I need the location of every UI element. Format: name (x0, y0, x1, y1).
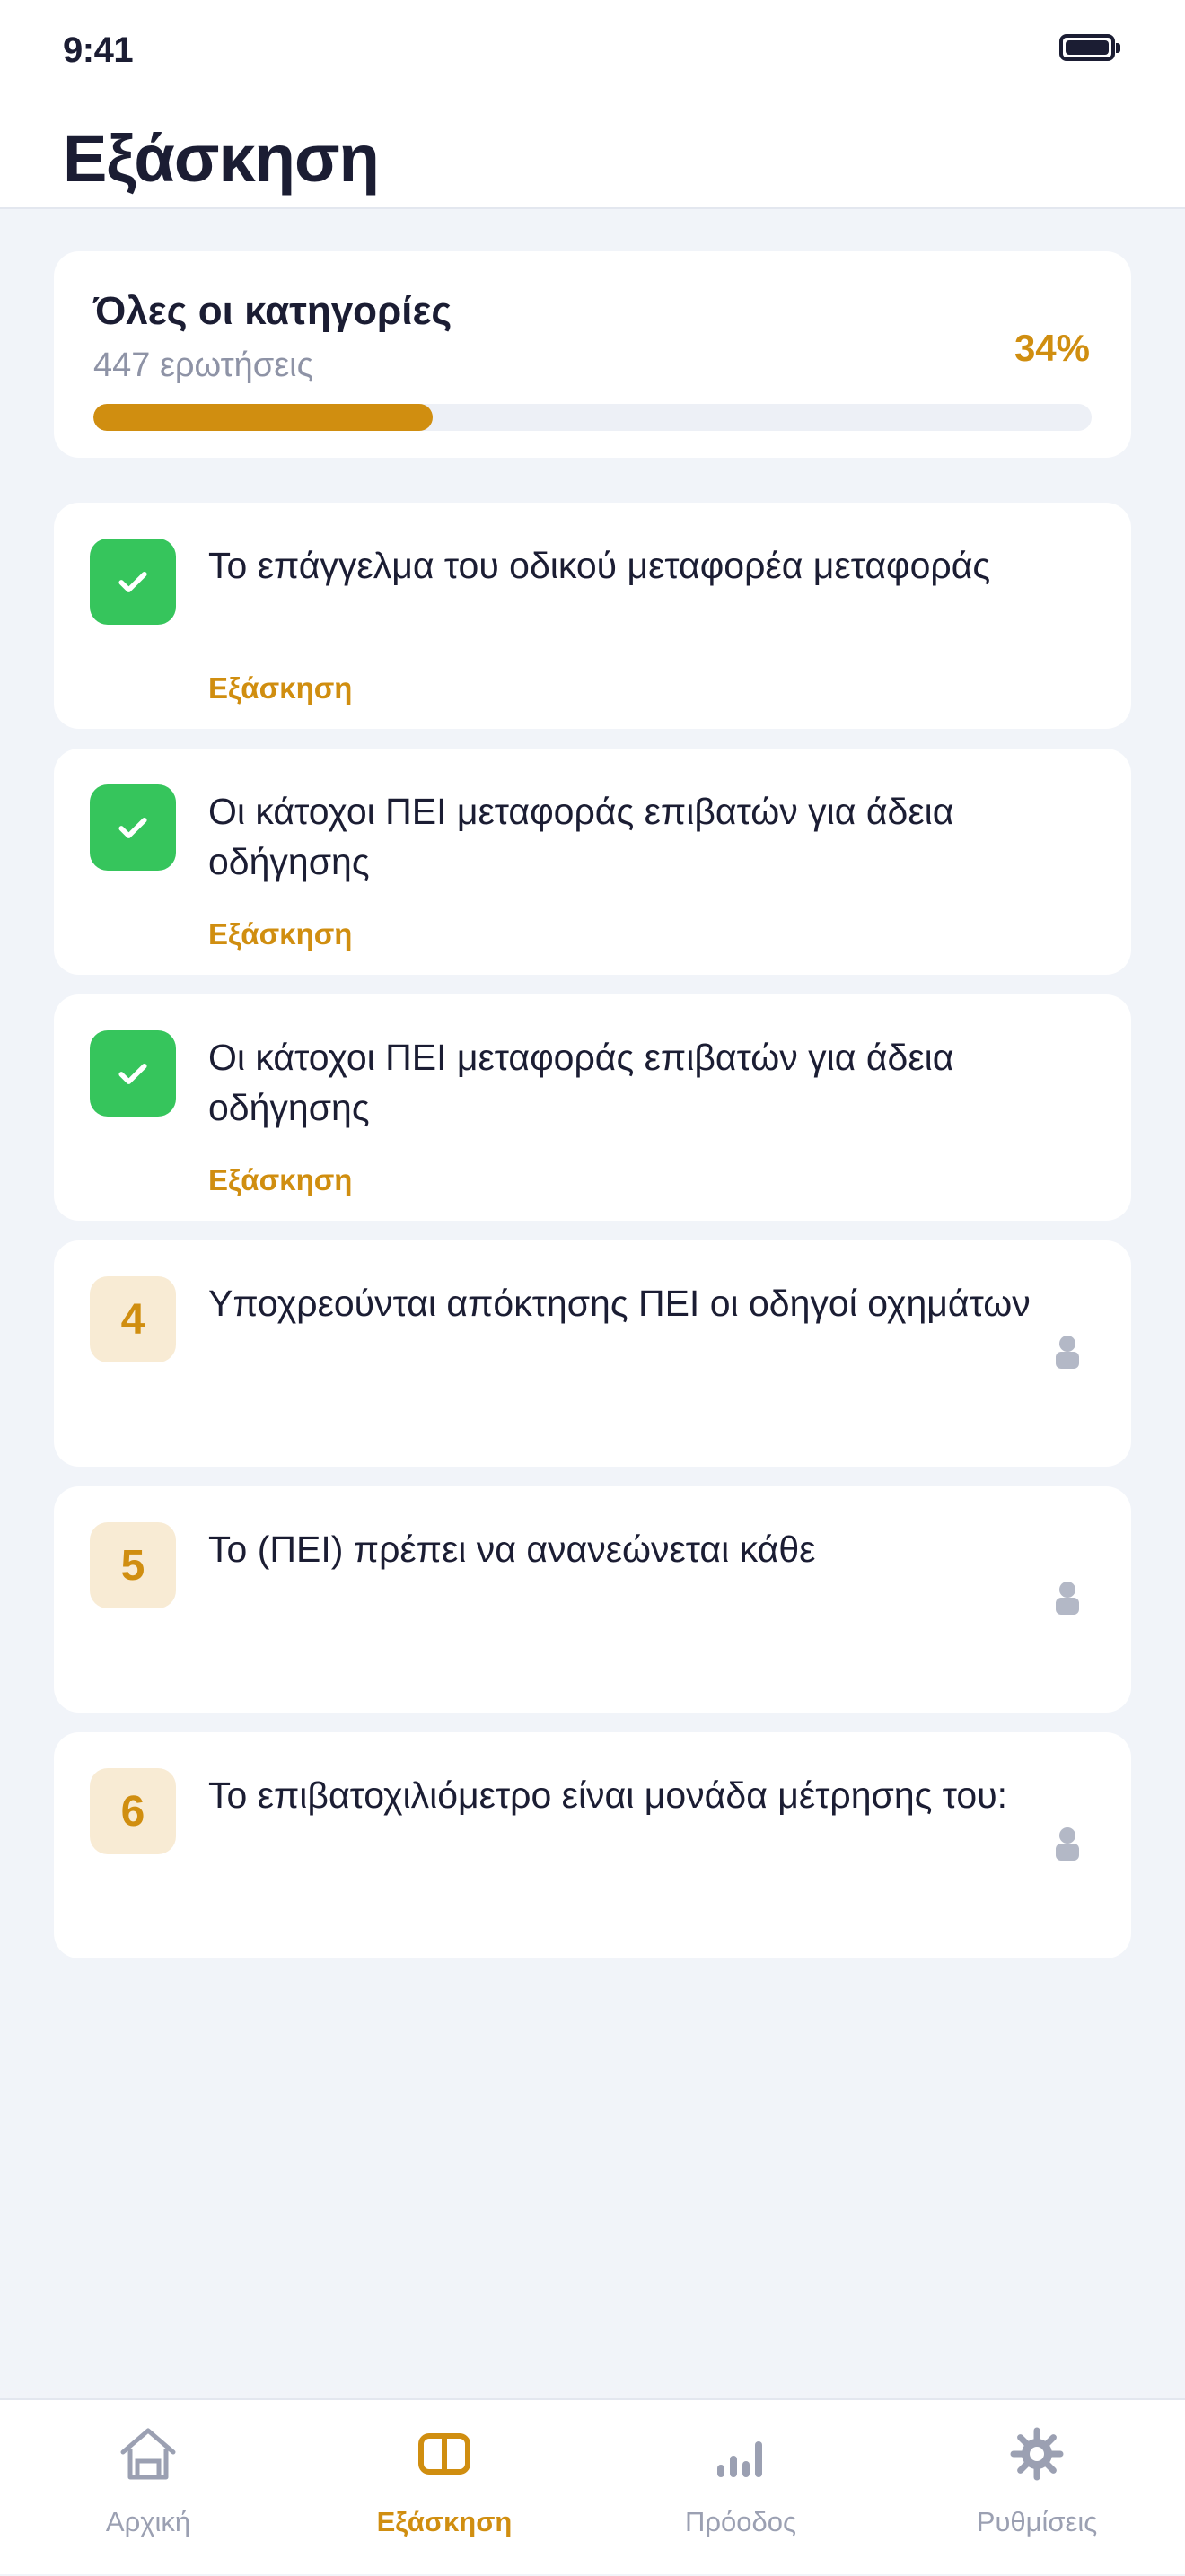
page-title: Εξάσκηση (63, 121, 380, 196)
battery-icon (1059, 34, 1120, 61)
tab-label: Εξάσκηση (376, 2506, 513, 2537)
category-card-1[interactable]: Το επάγγελμα του οδικού μεταφορέα μεταφο… (54, 503, 1131, 729)
practice-link[interactable]: Εξάσκηση (208, 1163, 352, 1197)
category-card-2[interactable]: Οι κάτοχοι ΠΕΙ μεταφοράς επιβατών για άδ… (54, 749, 1131, 975)
lock-icon (1056, 1336, 1079, 1369)
status-time: 9:41 (63, 31, 134, 70)
category-title: Το (ΠΕΙ) πρέπει να ανανεώνεται κάθε (208, 1529, 816, 1570)
category-card-5[interactable]: 5 Το (ΠΕΙ) πρέπει να ανανεώνεται κάθε (54, 1486, 1131, 1713)
category-card-3[interactable]: Οι κάτοχοι ΠΕΙ μεταφοράς επιβατών για άδ… (54, 994, 1131, 1221)
home-icon (120, 2428, 176, 2480)
bar-chart-icon (717, 2441, 762, 2477)
completed-check-badge (90, 539, 176, 625)
book-icon (418, 2433, 470, 2475)
tab-home[interactable]: Αρχική (0, 2400, 296, 2576)
header: Εξάσκηση (0, 99, 1185, 209)
progress-percent: 34% (1014, 327, 1090, 369)
summary-title: Όλες οι κατηγορίες (93, 289, 452, 333)
category-number-badge: 4 (90, 1276, 176, 1362)
category-card-4[interactable]: 4 Υποχρεούνται απόκτησης ΠΕΙ οι οδηγοί ο… (54, 1240, 1131, 1467)
lock-icon (1056, 1827, 1079, 1861)
tab-label: Ρυθμίσεις (976, 2506, 1098, 2537)
category-title: Οι κάτοχοι ΠΕΙ μεταφοράς επιβατών για άδ… (208, 791, 954, 882)
lock-icon (1056, 1582, 1079, 1615)
tab-label: Πρόοδος (685, 2506, 796, 2537)
tab-practice[interactable]: Εξάσκηση (296, 2400, 592, 2576)
tab-bar: Αρχική Εξάσκηση Πρόοδος Ρυθμίσεις (0, 2398, 1185, 2574)
completed-check-badge (90, 784, 176, 871)
question-count: 447 ερωτήσεις (93, 346, 313, 384)
category-number-badge: 5 (90, 1522, 176, 1608)
category-title: Οι κάτοχοι ΠΕΙ μεταφοράς επιβατών για άδ… (208, 1037, 954, 1128)
gear-icon (1010, 2427, 1064, 2481)
category-title: Υποχρεούνται απόκτησης ΠΕΙ οι οδηγοί οχη… (208, 1283, 1031, 1324)
status-bar: 9:41 (0, 0, 1185, 99)
tab-label: Αρχική (105, 2506, 191, 2537)
category-card-6[interactable]: 6 Το επιβατοχιλιόμετρο είναι μονάδα μέτρ… (54, 1732, 1131, 1958)
category-title: Το επιβατοχιλιόμετρο είναι μονάδα μέτρησ… (208, 1774, 1008, 1816)
all-categories-card[interactable]: Όλες οι κατηγορίες 447 ερωτήσεις 34% (54, 251, 1131, 458)
check-icon (118, 818, 147, 838)
tab-progress[interactable]: Πρόοδος (592, 2400, 889, 2576)
category-number-badge: 6 (90, 1768, 176, 1854)
practice-link[interactable]: Εξάσκηση (208, 917, 352, 951)
category-title: Το επάγγελμα του οδικού μεταφορέα μεταφο… (208, 545, 991, 586)
practice-link[interactable]: Εξάσκηση (208, 671, 352, 705)
completed-check-badge (90, 1030, 176, 1117)
progress-bar-fill (93, 404, 434, 431)
tab-settings[interactable]: Ρυθμίσεις (889, 2400, 1185, 2576)
progress-bar (93, 404, 1092, 431)
check-icon (118, 572, 147, 592)
check-icon (118, 1064, 147, 1084)
